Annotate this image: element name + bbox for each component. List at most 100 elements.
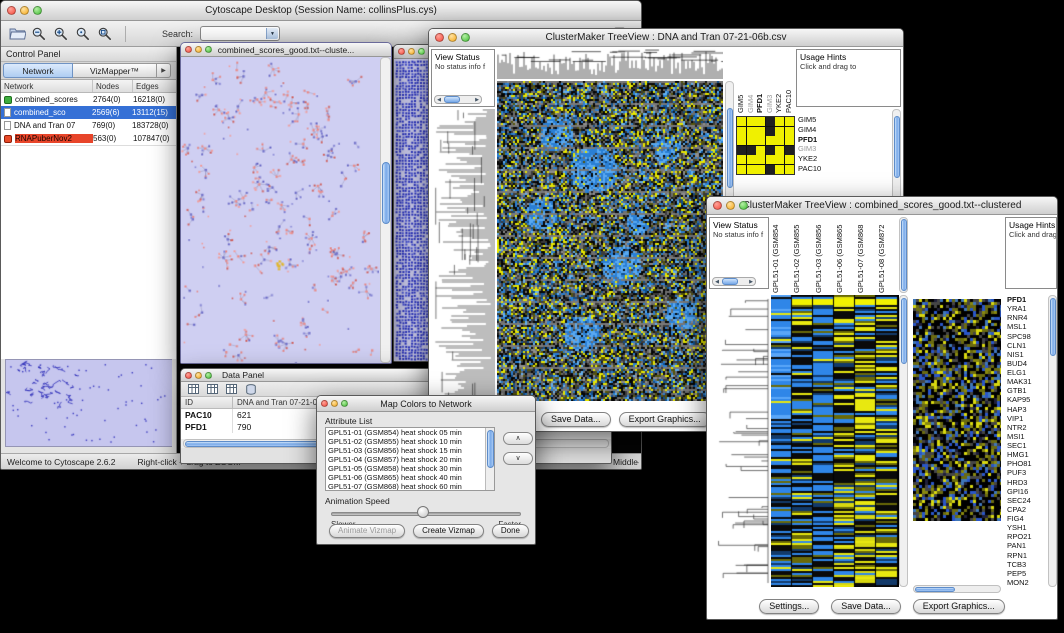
matrix-cell[interactable] [766, 127, 775, 136]
horizontal-scrollbar[interactable]: ◀ ▶ [434, 95, 482, 104]
matrix-cell[interactable] [785, 117, 794, 126]
matrix-column-label[interactable]: GIM4 [746, 49, 756, 113]
matrix-cell[interactable] [775, 155, 784, 164]
matrix-cell[interactable] [747, 146, 756, 155]
scroll-left-icon[interactable]: ◀ [435, 97, 443, 103]
heatmap-canvas[interactable] [497, 81, 723, 401]
matrix-cell[interactable] [737, 165, 746, 174]
search-combobox[interactable]: ▼ [200, 26, 280, 41]
slider-thumb[interactable] [417, 506, 429, 518]
zoom-button[interactable] [205, 372, 212, 379]
matrix-cell[interactable] [775, 127, 784, 136]
treeview-dna-titlebar[interactable]: ClusterMaker TreeView : DNA and Tran 07-… [429, 29, 903, 47]
matrix-column-label[interactable]: GIM5 [736, 49, 746, 113]
scroll-right-icon[interactable]: ▶ [473, 97, 481, 103]
gene-label[interactable]: NTR2 [1007, 423, 1048, 432]
table-grid-icon[interactable] [186, 383, 201, 396]
minimize-button[interactable] [195, 372, 202, 379]
gene-label[interactable]: ELG1 [1007, 368, 1048, 377]
minimize-button[interactable] [20, 6, 29, 15]
matrix-cell[interactable] [775, 146, 784, 155]
vertical-scrollbar[interactable] [899, 295, 908, 587]
matrix-cell[interactable] [775, 117, 784, 126]
matrix-row-label[interactable]: PAC10 [798, 164, 840, 174]
zoom-button[interactable] [739, 201, 748, 210]
gene-label[interactable]: BUD4 [1007, 359, 1048, 368]
minimize-button[interactable] [726, 201, 735, 210]
zoom-fit-icon[interactable] [95, 24, 115, 44]
matrix-row-label[interactable]: YKE2 [798, 154, 840, 164]
minimize-button[interactable] [408, 48, 415, 55]
attribute-list-item[interactable]: GPL51-02 (GSM855) heat shock 10 min [326, 437, 485, 446]
matrix-row-label[interactable]: GIM3 [798, 144, 840, 154]
matrix-column-label[interactable]: PFD1 [755, 49, 765, 113]
matrix-cell[interactable] [737, 155, 746, 164]
network-list-row[interactable]: DNA and Tran 07769(0)183728(0) [1, 119, 176, 132]
network1-titlebar[interactable]: combined_scores_good.txt--cluste... [181, 43, 391, 57]
gene-label[interactable]: TCB3 [1007, 560, 1048, 569]
database-icon[interactable] [243, 383, 258, 396]
header-nodes[interactable]: Nodes [93, 80, 133, 92]
gene-label[interactable]: SEC24 [1007, 496, 1048, 505]
vertical-scrollbar[interactable] [485, 428, 494, 490]
matrix-column-label[interactable]: YKE2 [774, 49, 784, 113]
table-grid-icon[interactable] [224, 383, 239, 396]
gene-label[interactable]: PFD1 [1007, 295, 1048, 304]
gene-label[interactable]: FIG4 [1007, 514, 1048, 523]
gene-label[interactable]: MSI1 [1007, 432, 1048, 441]
treeview-combined-titlebar[interactable]: ClusterMaker TreeView : combined_scores_… [707, 197, 1057, 215]
gene-label[interactable]: CPA2 [1007, 505, 1048, 514]
matrix-cell[interactable] [766, 155, 775, 164]
zoom-out-icon[interactable] [29, 24, 49, 44]
attribute-list-item[interactable]: GPL51-04 (GSM857) heat shock 20 min [326, 455, 485, 464]
open-folder-icon[interactable] [7, 24, 27, 44]
matrix-row-label[interactable]: GIM5 [798, 115, 840, 125]
column-dendrogram-canvas[interactable] [497, 49, 723, 79]
gene-label[interactable]: YSH1 [1007, 523, 1048, 532]
column-label[interactable]: GPL51-02 (GSM855 [792, 217, 813, 293]
gene-label[interactable]: RPN1 [1007, 551, 1048, 560]
vertical-scrollbar[interactable] [1048, 295, 1057, 587]
gene-label[interactable]: GTB1 [1007, 386, 1048, 395]
tabs-overflow-button[interactable]: ▶ [157, 63, 171, 78]
table-grid-icon[interactable] [205, 383, 220, 396]
network-overview-canvas[interactable] [6, 360, 172, 446]
matrix-cell[interactable] [756, 165, 765, 174]
gene-label[interactable]: HMG1 [1007, 450, 1048, 459]
minimize-button[interactable] [195, 46, 202, 53]
gene-label[interactable]: PUF3 [1007, 468, 1048, 477]
matrix-cell[interactable] [785, 155, 794, 164]
matrix-cell[interactable] [766, 117, 775, 126]
attribute-list-item[interactable]: GPL51-01 (GSM854) heat shock 05 min [326, 428, 485, 437]
settings-button[interactable]: Settings... [759, 599, 819, 614]
scrollbar-thumb[interactable] [901, 219, 907, 291]
scrollbar-thumb[interactable] [722, 278, 738, 285]
move-down-button[interactable]: ∨ [503, 452, 533, 465]
matrix-cell[interactable] [747, 127, 756, 136]
animate-vizmap-button[interactable]: Animate Vizmap [329, 524, 405, 538]
scrollbar-thumb[interactable] [901, 298, 907, 364]
matrix-cell[interactable] [747, 136, 756, 145]
vertical-scrollbar[interactable] [380, 57, 391, 363]
column-label[interactable]: GPL51-01 (GSM854 [771, 217, 792, 293]
dialog-titlebar[interactable]: Map Colors to Network [317, 396, 535, 412]
network-list-row[interactable]: RNAPuberNov2563(0)107847(0) [1, 132, 176, 145]
scroll-right-icon[interactable]: ▶ [747, 279, 755, 285]
scrollbar-thumb[interactable] [444, 96, 460, 103]
network-list-row[interactable]: combined_scores2764(0)16218(0) [1, 93, 176, 106]
create-vizmap-button[interactable]: Create Vizmap [413, 524, 484, 538]
export-graphics-button[interactable]: Export Graphics... [619, 412, 711, 427]
combo-dropdown-icon[interactable]: ▼ [266, 28, 278, 39]
attribute-list[interactable]: GPL51-01 (GSM854) heat shock 05 minGPL51… [325, 427, 495, 491]
gene-label[interactable]: PHO81 [1007, 459, 1048, 468]
column-label[interactable]: GPL51-08 (GSM872 [877, 217, 898, 293]
gene-label[interactable]: CLN1 [1007, 341, 1048, 350]
gene-label[interactable]: PAN1 [1007, 541, 1048, 550]
matrix-cell[interactable] [737, 127, 746, 136]
save-data-button[interactable]: Save Data... [541, 412, 611, 427]
matrix-cell[interactable] [756, 117, 765, 126]
zoom-button[interactable] [205, 46, 212, 53]
gene-label[interactable]: KAP95 [1007, 395, 1048, 404]
gene-label[interactable]: RNR4 [1007, 313, 1048, 322]
zoom-in-icon[interactable] [51, 24, 71, 44]
